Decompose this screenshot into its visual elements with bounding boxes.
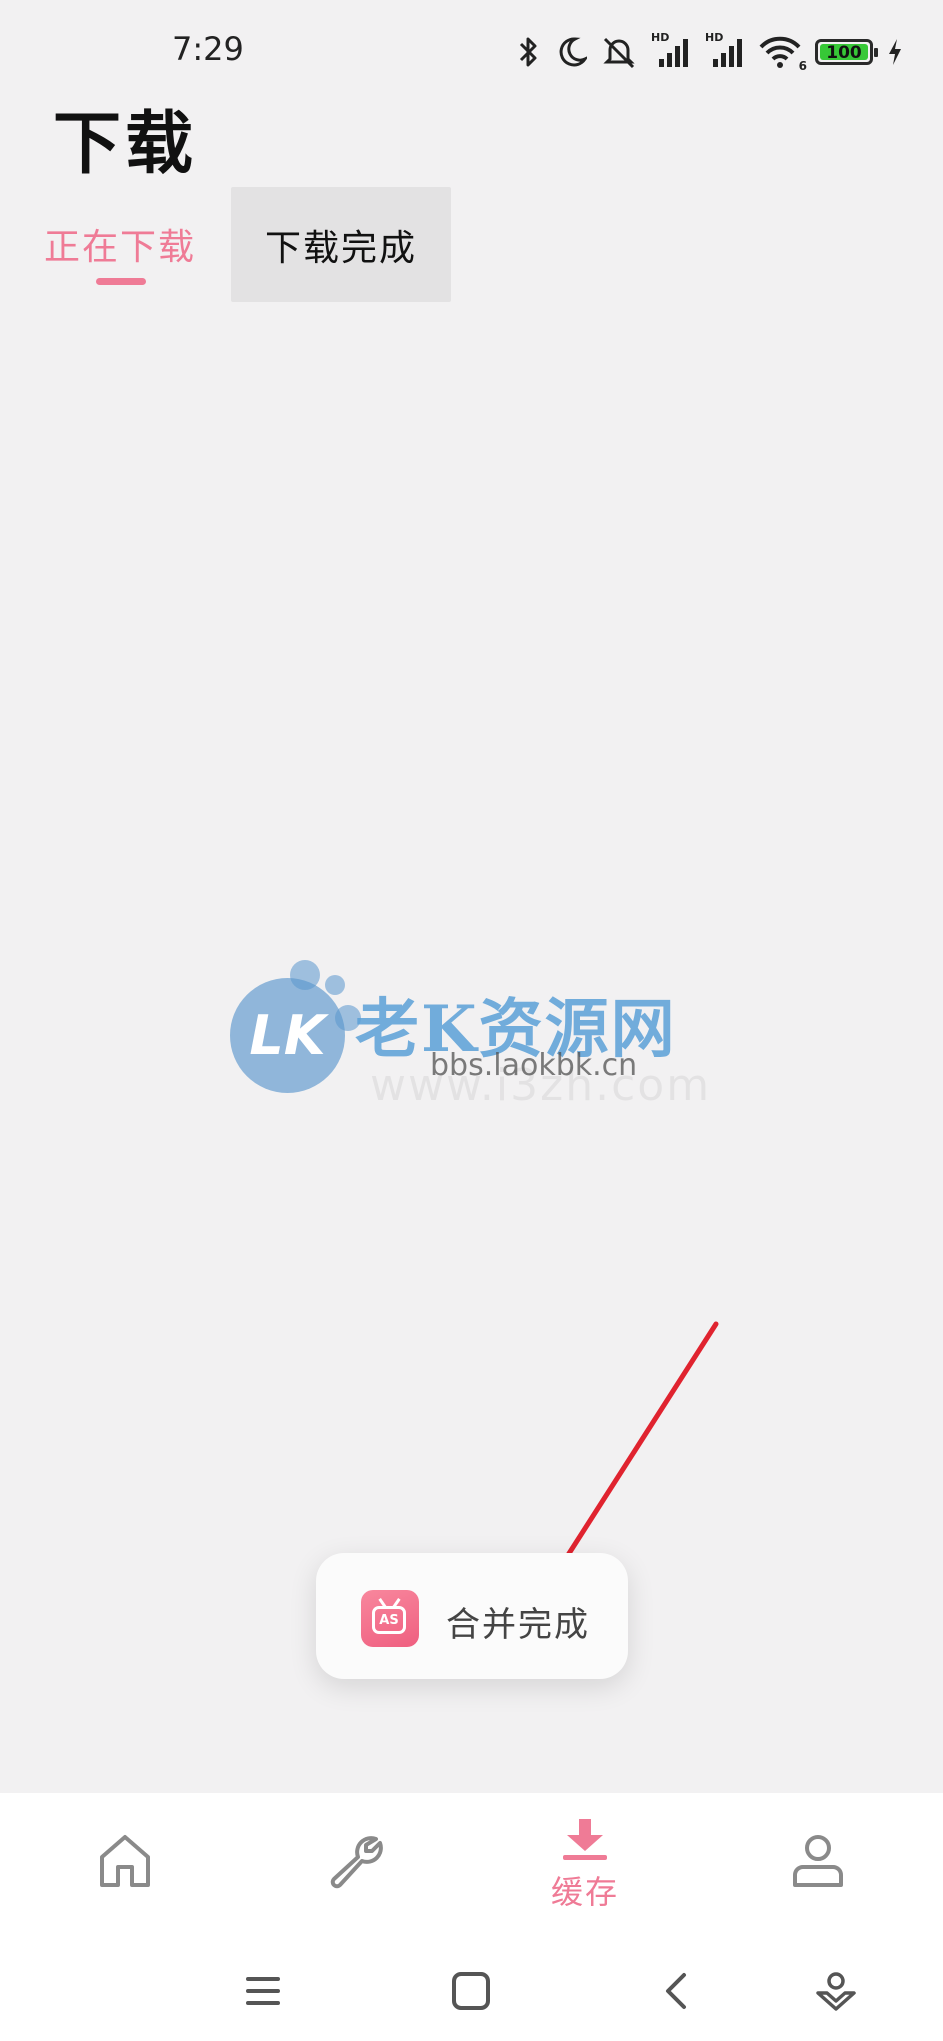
- wrench-icon: [330, 1836, 383, 1889]
- download-icon: [563, 1819, 607, 1860]
- bluetooth-icon: [519, 37, 537, 67]
- app-icon-text: AS: [372, 1606, 406, 1634]
- signal-icon: HD: [651, 31, 691, 69]
- bottom-nav: 缓存: [0, 1793, 943, 1941]
- nav-tools[interactable]: [315, 1793, 399, 1941]
- status-icons: HD HD 6 100: [515, 31, 903, 73]
- nav-cache-label: 缓存: [550, 1873, 619, 1911]
- toast: AS 合并完成: [316, 1553, 628, 1679]
- home-icon: [100, 1835, 150, 1887]
- nav-home[interactable]: [83, 1793, 167, 1941]
- system-nav: [0, 1941, 943, 2041]
- wifi-icon: 6: [759, 35, 807, 73]
- back-icon[interactable]: [662, 1971, 692, 2011]
- tab-active-indicator: [96, 278, 146, 285]
- signal-icon: HD: [705, 31, 745, 69]
- menu-icon[interactable]: [244, 1971, 282, 2011]
- mute-icon: [603, 37, 635, 69]
- assistant-icon[interactable]: [815, 1971, 857, 2013]
- app-tv-icon: AS: [361, 1590, 419, 1647]
- watermark-url: bbs.laokbk.cn: [430, 1048, 638, 1083]
- home-button-icon[interactable]: [451, 1971, 491, 2011]
- nav-cache[interactable]: 缓存: [540, 1793, 630, 1941]
- nav-profile[interactable]: [776, 1793, 860, 1941]
- battery-icon: 100: [815, 39, 878, 65]
- tab-downloading[interactable]: 正在下载: [44, 218, 196, 270]
- watermark: www.i3zh.com LK 老K资源网 bbs.laokbk.cn: [160, 920, 780, 1120]
- tab-download-complete[interactable]: 下载完成: [231, 187, 451, 302]
- status-bar: 7:29 HD HD 6 100: [0, 0, 943, 100]
- watermark-logo: LK: [230, 978, 345, 1093]
- toast-text: 合并完成: [446, 1605, 590, 1645]
- user-icon: [793, 1835, 843, 1887]
- charging-icon: [889, 39, 901, 65]
- moon-icon: [559, 37, 587, 67]
- battery-level: 100: [826, 43, 862, 63]
- status-time: 7:29: [172, 30, 244, 68]
- wifi-label: 6: [798, 59, 807, 73]
- page-title: 下载: [53, 105, 198, 184]
